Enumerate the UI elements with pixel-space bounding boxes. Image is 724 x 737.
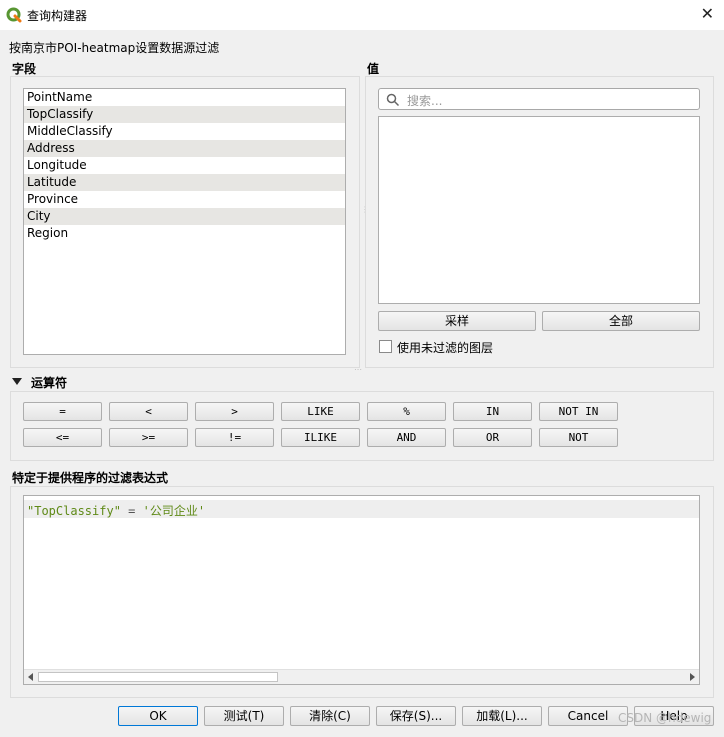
- current-line-highlight: "TopClassify" = '公司企业': [24, 500, 699, 518]
- operator-button-equals[interactable]: =: [23, 402, 102, 421]
- scroll-right-arrow-icon[interactable]: [690, 673, 695, 681]
- horizontal-splitter-handle[interactable]: ⋯: [354, 365, 362, 374]
- field-item-longitude[interactable]: Longitude: [24, 157, 345, 174]
- fields-group-label: 字段: [12, 62, 37, 76]
- load-button[interactable]: 加载(L)...: [462, 706, 542, 726]
- operator-button-and[interactable]: AND: [367, 428, 446, 447]
- operator-button-greater-than[interactable]: >: [195, 402, 274, 421]
- field-item-latitude[interactable]: Latitude: [24, 174, 345, 191]
- sample-button[interactable]: 采样: [378, 311, 536, 331]
- expression-field-token: "TopClassify": [27, 504, 121, 518]
- operator-button-greater-equal[interactable]: >=: [109, 428, 188, 447]
- operators-group-label: 运算符: [31, 376, 68, 390]
- test-button[interactable]: 测试(T): [204, 706, 284, 726]
- close-icon[interactable]: ✕: [701, 4, 714, 23]
- search-placeholder: 搜索...: [407, 94, 443, 108]
- filter-expression-editor[interactable]: "TopClassify" = '公司企业': [23, 495, 700, 685]
- values-group-label: 值: [367, 62, 380, 76]
- use-unfiltered-layer-checkbox[interactable]: [379, 340, 392, 353]
- operator-button-not-equal[interactable]: !=: [195, 428, 274, 447]
- use-unfiltered-layer-label: 使用未过滤的图层: [397, 341, 494, 355]
- field-item-city[interactable]: City: [24, 208, 345, 225]
- title-bar: 查询构建器 ✕: [0, 0, 724, 30]
- expression-group-label: 特定于提供程序的过滤表达式: [12, 471, 169, 485]
- qgis-logo-icon: [6, 7, 22, 23]
- operator-button-percent[interactable]: %: [367, 402, 446, 421]
- expression-operator-token: =: [120, 504, 143, 518]
- search-icon: [386, 93, 400, 107]
- cancel-button[interactable]: Cancel: [548, 706, 628, 726]
- scroll-left-arrow-icon[interactable]: [28, 673, 33, 681]
- values-search-input[interactable]: 搜索...: [378, 88, 700, 110]
- operator-button-in[interactable]: IN: [453, 402, 532, 421]
- operator-button-less-than[interactable]: <: [109, 402, 188, 421]
- ok-button[interactable]: OK: [118, 706, 198, 726]
- field-item-pointname[interactable]: PointName: [24, 89, 345, 106]
- field-item-province[interactable]: Province: [24, 191, 345, 208]
- values-list[interactable]: [378, 116, 700, 304]
- fields-list[interactable]: PointName TopClassify MiddleClassify Add…: [23, 88, 346, 355]
- all-values-button[interactable]: 全部: [542, 311, 700, 331]
- operator-button-less-equal[interactable]: <=: [23, 428, 102, 447]
- dialog-subtitle: 按南京市POI-heatmap设置数据源过滤: [9, 41, 220, 55]
- horizontal-scrollbar[interactable]: [24, 669, 699, 684]
- field-item-address[interactable]: Address: [24, 140, 345, 157]
- field-item-topclassify[interactable]: TopClassify: [24, 106, 345, 123]
- expression-value-token: '公司企业': [142, 504, 206, 518]
- field-item-middleclassify[interactable]: MiddleClassify: [24, 123, 345, 140]
- clear-button[interactable]: 清除(C): [290, 706, 370, 726]
- operator-button-not-in[interactable]: NOT IN: [539, 402, 618, 421]
- operator-button-like[interactable]: LIKE: [281, 402, 360, 421]
- scrollbar-thumb[interactable]: [38, 672, 278, 682]
- watermark: CSDN @hdewig: [618, 711, 712, 725]
- expression-text: "TopClassify" = '公司企业': [27, 502, 205, 519]
- operator-button-or[interactable]: OR: [453, 428, 532, 447]
- operator-button-ilike[interactable]: ILIKE: [281, 428, 360, 447]
- field-item-region[interactable]: Region: [24, 225, 345, 242]
- window-title: 查询构建器: [27, 9, 88, 23]
- collapse-arrow-icon[interactable]: [12, 378, 22, 385]
- save-button[interactable]: 保存(S)...: [376, 706, 456, 726]
- operator-button-not[interactable]: NOT: [539, 428, 618, 447]
